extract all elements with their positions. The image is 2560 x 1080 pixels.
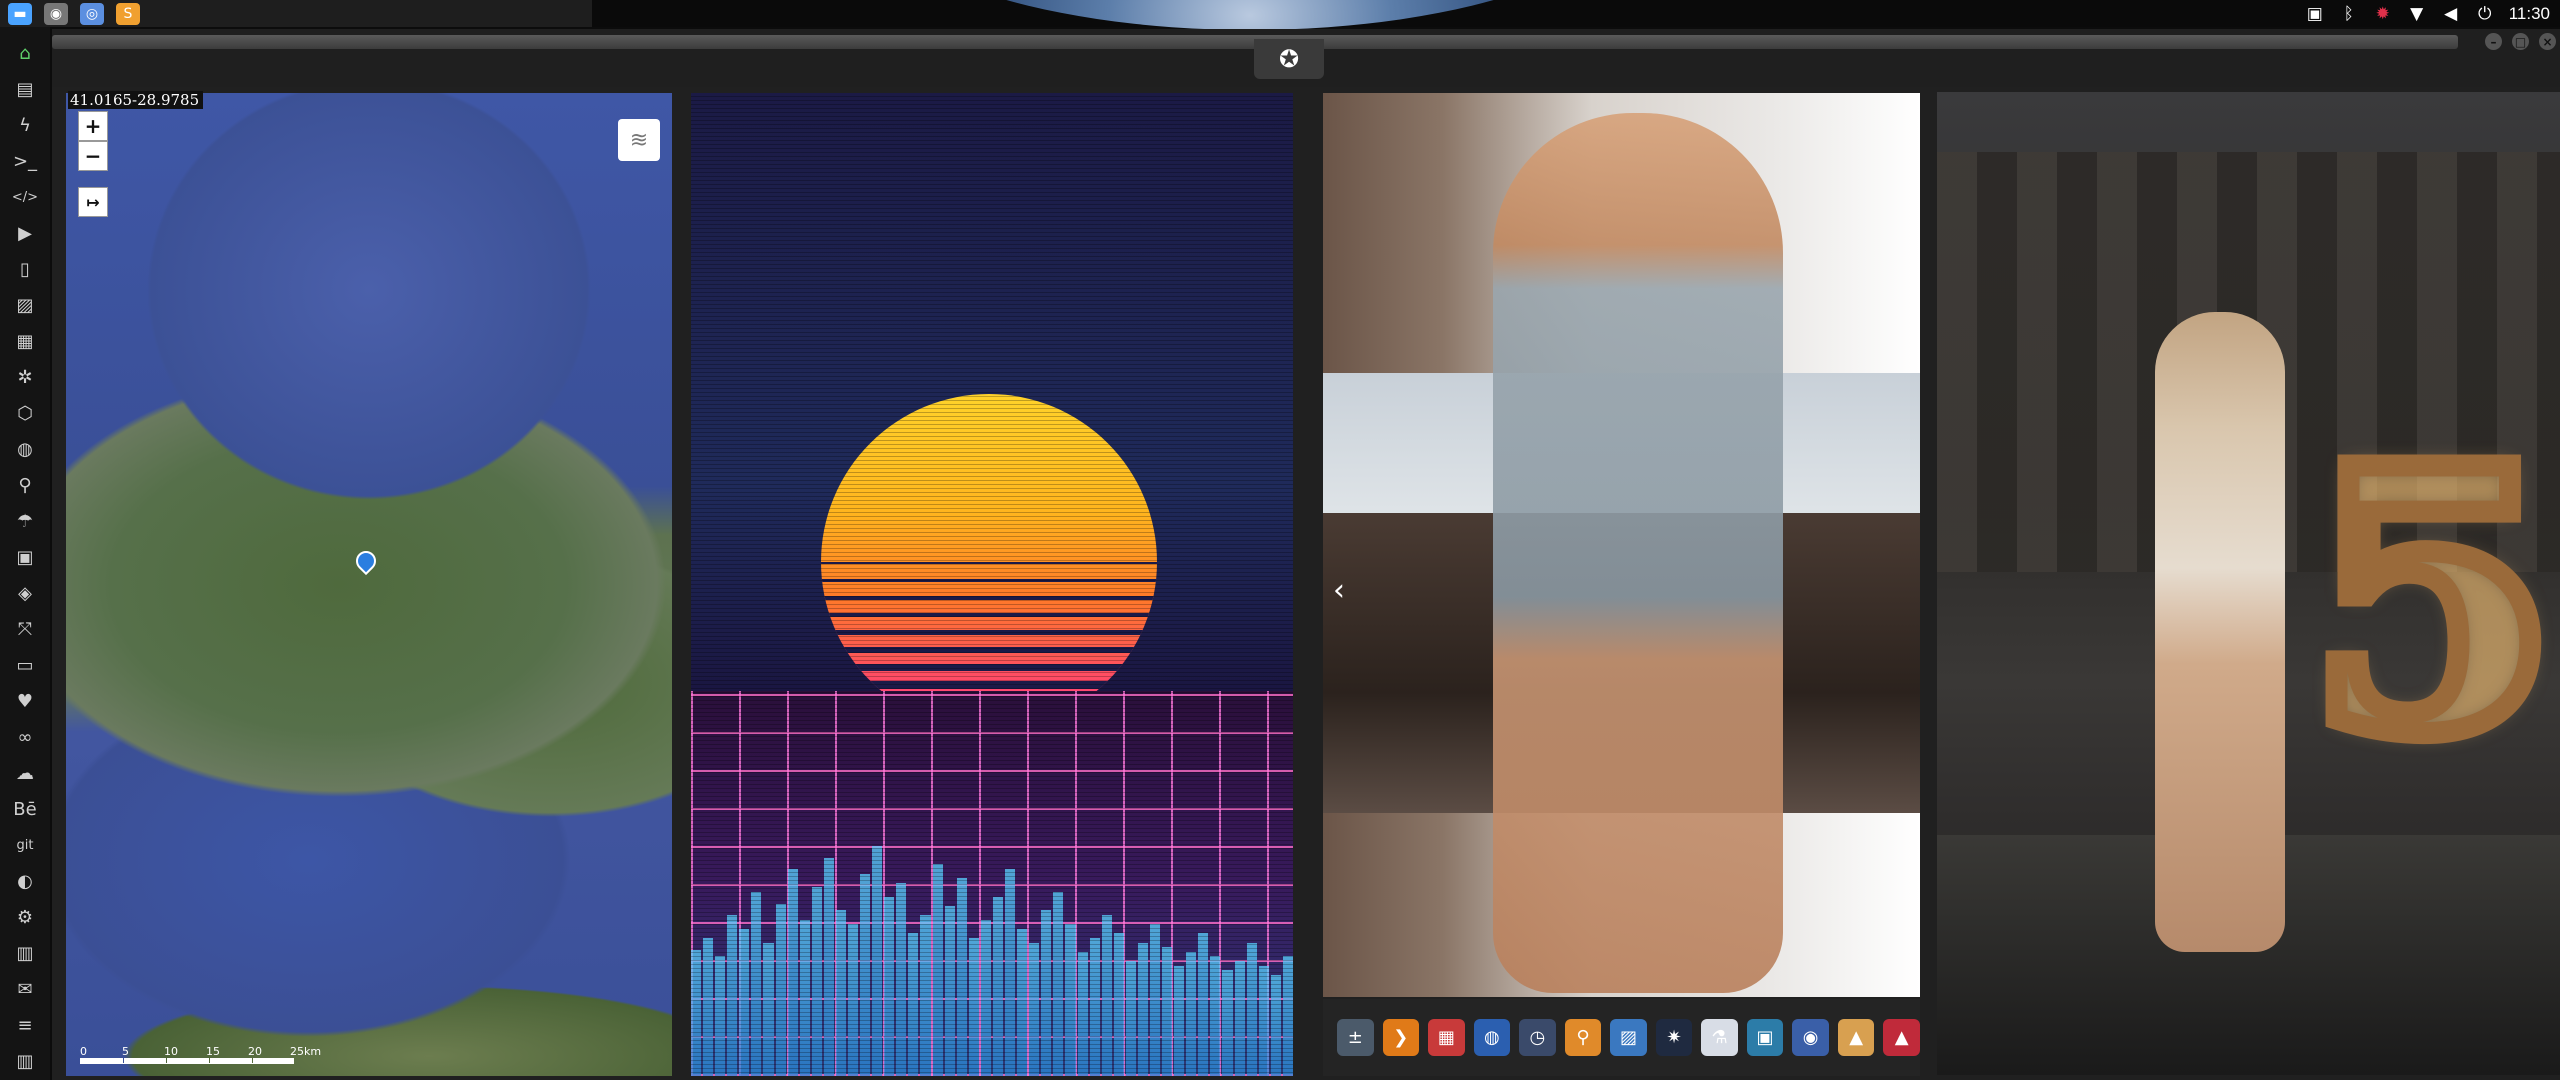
zoom-out-button[interactable]: − xyxy=(78,141,108,171)
image-icon[interactable]: ▨ xyxy=(5,287,45,323)
bluetooth-icon[interactable]: ᛒ xyxy=(2339,4,2359,24)
youtube-icon[interactable]: ▭ xyxy=(5,647,45,683)
pyramid-app-icon[interactable]: ▲ xyxy=(1837,1019,1875,1056)
scale-label: 10 xyxy=(164,1045,178,1058)
trash-icon[interactable]: ▥ xyxy=(5,1043,45,1079)
infinity-icon[interactable]: ∞ xyxy=(5,719,45,755)
files-icon[interactable]: ▬ xyxy=(8,2,32,25)
home-icon[interactable]: ⌂ xyxy=(5,35,45,71)
clock[interactable]: 11:30 xyxy=(2509,4,2550,24)
chrome-icon[interactable]: ◎ xyxy=(80,2,104,25)
left-dock: ⌂ ▤ ϟ >_ </> ▶ ▯ ▨ ▦ ✲ ⬡ ◍ ⚲ ☂ ▣ ◈ ⤧ ▭ ♥ ∞ ☁ Bē git ◐ ⚙ ▥ ✉ ≡ ▥ xyxy=(0,27,50,1080)
window-icon[interactable]: ◉ xyxy=(44,2,68,25)
code-icon[interactable]: </> xyxy=(5,179,45,215)
bike-icon[interactable]: ⚙ xyxy=(5,899,45,935)
umbrella-icon[interactable]: ☂ xyxy=(5,503,45,539)
woman-figure xyxy=(1493,113,1783,993)
photo-panel-1[interactable]: ‹ xyxy=(1323,93,1920,997)
taskbar: ▬ ◉ ◎ S xyxy=(0,0,592,27)
arrow-app-icon[interactable]: ❯ xyxy=(1382,1019,1420,1056)
mail-icon[interactable]: ✉ xyxy=(5,971,45,1007)
git-icon[interactable]: git xyxy=(5,827,45,863)
scale-label: 15 xyxy=(206,1045,220,1058)
map-icon[interactable]: ▥ xyxy=(5,935,45,971)
planet-app-icon[interactable]: ◉ xyxy=(1792,1019,1829,1056)
expand-button[interactable]: ↦ xyxy=(78,187,108,217)
sublime-icon[interactable]: S xyxy=(116,2,140,25)
map-coordinates: 41.0165-28.9785 xyxy=(68,91,204,109)
search-app-icon[interactable]: ⚲ xyxy=(1564,1019,1602,1056)
satellite-map[interactable] xyxy=(66,93,672,1076)
scanlines xyxy=(691,93,1293,1076)
github-icon[interactable]: ◐ xyxy=(5,863,45,899)
document-icon[interactable]: ▤ xyxy=(5,71,45,107)
network-app-icon[interactable]: ✷ xyxy=(1655,1019,1693,1056)
minimize-button[interactable]: – xyxy=(2485,33,2502,50)
heart-icon[interactable]: ♥ xyxy=(5,683,45,719)
hexagon-icon[interactable]: ⬡ xyxy=(5,395,45,431)
image-icon[interactable]: ▣ xyxy=(2305,4,2325,24)
photos-app-icon[interactable]: ▨ xyxy=(1610,1019,1647,1056)
app-launcher: ± ❯ ▦ ◍ ◷ ⚲ ▨ ✷ ⚗ ▣ ◉ ▲ ▲ xyxy=(1323,999,1920,1076)
window-controls: – □ × xyxy=(2485,33,2556,50)
science-app-icon[interactable]: ⚗ xyxy=(1701,1019,1738,1056)
zoom-in-button[interactable]: + xyxy=(78,111,108,141)
devices-icon[interactable]: ▯ xyxy=(5,251,45,287)
vector-app-icon[interactable]: ▲ xyxy=(1883,1019,1920,1056)
bolt-icon[interactable]: ϟ xyxy=(5,107,45,143)
location-pin-icon[interactable] xyxy=(351,546,381,581)
app-window: ✪ – □ × 41.0165-28.9785 + − ↦ ≋ 0 5 10 15 20… xyxy=(52,29,2560,1080)
behance-icon[interactable]: Bē xyxy=(5,791,45,827)
cloud-icon[interactable]: ☁ xyxy=(5,755,45,791)
layers-icon[interactable]: ≋ xyxy=(618,119,660,161)
scale-label: 25km xyxy=(290,1045,322,1058)
close-button[interactable]: × xyxy=(2539,33,2556,50)
wifi-icon[interactable]: ▼ xyxy=(2407,4,2427,24)
browser-icon[interactable]: ◍ xyxy=(1473,1019,1511,1056)
photo-panel-2[interactable]: 5 xyxy=(1937,92,2560,1075)
tag-icon[interactable]: ◈ xyxy=(5,575,45,611)
terminal-icon[interactable]: >_ xyxy=(5,143,45,179)
maximize-button[interactable]: □ xyxy=(2512,33,2529,50)
clock-app-icon[interactable]: ◷ xyxy=(1519,1019,1556,1056)
power-icon[interactable]: ⏻ xyxy=(2475,4,2495,24)
search-icon[interactable]: ⚲ xyxy=(5,467,45,503)
top-panel: ▬ ◉ ◎ S ▣ ᛒ ✹ ▼ ◀ ⏻ 11:30 xyxy=(0,0,2560,30)
system-tray: ▣ ᛒ ✹ ▼ ◀ ⏻ 11:30 xyxy=(2305,0,2550,27)
map-panel[interactable]: + − ↦ ≋ 0 5 10 15 20 25km xyxy=(66,93,672,1076)
news-icon[interactable]: ▦ xyxy=(5,323,45,359)
calendar-icon[interactable]: ▦ xyxy=(1428,1019,1465,1056)
volume-icon[interactable]: ◀ xyxy=(2441,4,2461,24)
previous-photo-button[interactable]: ‹ xyxy=(1333,573,1345,608)
settings-icon[interactable]: ✹ xyxy=(2373,4,2393,24)
earth-wallpaper xyxy=(850,0,1650,30)
scale-label: 20 xyxy=(248,1045,262,1058)
map-scale: 0 5 10 15 20 25km xyxy=(80,1045,332,1064)
title-bar[interactable]: ✪ – □ × xyxy=(52,29,2560,87)
expand-icon[interactable]: ⤧ xyxy=(5,611,45,647)
scale-label: 0 xyxy=(80,1045,87,1058)
marquee-number-five: 5 xyxy=(2296,390,2560,813)
settings-icon[interactable]: ✲ xyxy=(5,359,45,395)
woman-figure xyxy=(2155,312,2285,952)
calculator-icon[interactable]: ± xyxy=(1337,1019,1374,1056)
contact-icon[interactable]: ▣ xyxy=(5,539,45,575)
scale-label: 5 xyxy=(122,1045,129,1058)
terminal-app-icon[interactable]: ▣ xyxy=(1746,1019,1784,1056)
server-icon[interactable]: ≡ xyxy=(5,1007,45,1043)
rebel-alliance-icon[interactable]: ✪ xyxy=(1254,39,1324,79)
desktop: ▬ ◉ ◎ S ▣ ᛒ ✹ ▼ ◀ ⏻ 11:30 ⌂ ▤ ϟ >_ </> ▶ ▯ ▨ ▦ ✲ ⬡ ◍ ⚲ ☂… xyxy=(0,0,2560,1080)
globe-icon[interactable]: ◍ xyxy=(5,431,45,467)
retro-sunset-panel xyxy=(691,93,1293,1076)
play-icon[interactable]: ▶ xyxy=(5,215,45,251)
